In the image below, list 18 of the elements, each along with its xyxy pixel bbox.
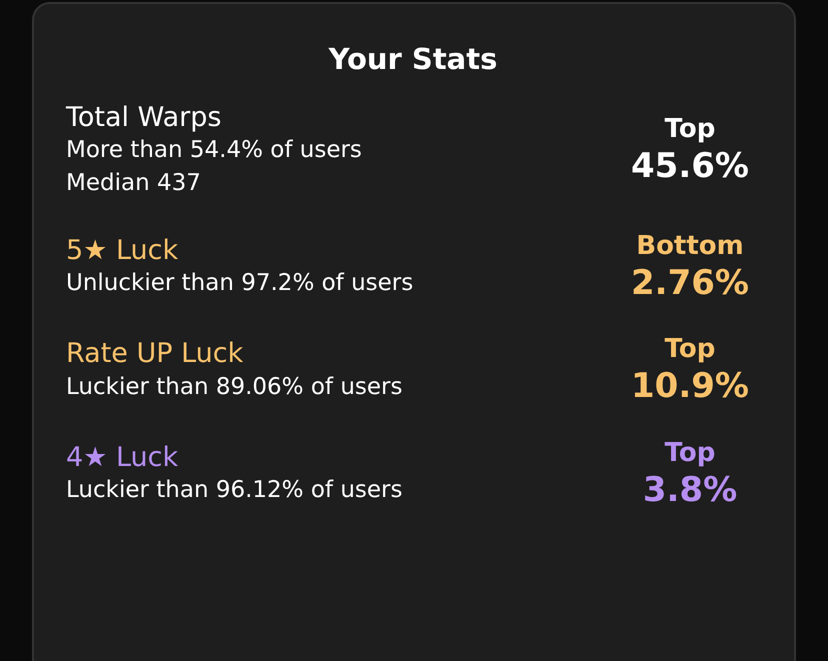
stat-label: Total Warps [66, 102, 222, 134]
card-title: Your Stats [328, 41, 498, 78]
stat-detail: More than 54.4% of users [66, 136, 362, 165]
rank-label: Top [664, 334, 716, 366]
rank-value: 45.6% [630, 145, 750, 188]
stat-label: Rate UP Luck [66, 338, 244, 371]
stat-label: 4★ Luck [66, 442, 180, 474]
rank-label: Top [664, 438, 716, 470]
rank-value: 10.9% [630, 365, 750, 408]
rank-value: 3.8% [642, 469, 738, 512]
stat-detail: Luckier than 96.12% of users [66, 476, 402, 506]
rank-label: Bottom [635, 230, 745, 262]
stat-label: 5★ Luck [66, 234, 180, 267]
rank-label: Top [664, 114, 716, 146]
rank-value: 2.76% [630, 262, 750, 304]
stat-detail: Luckier than 89.06% of users [66, 372, 402, 402]
stat-detail: Unluckier than 97.2% of users [66, 268, 414, 298]
stat-detail: Median 437 [66, 169, 202, 198]
